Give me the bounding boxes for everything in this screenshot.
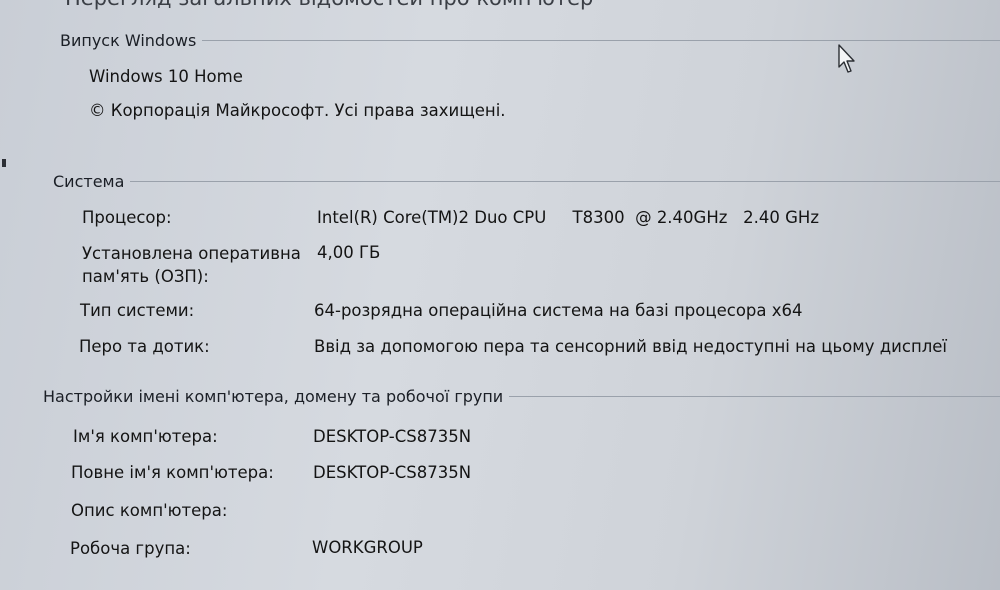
system-heading-row: Система <box>53 172 1000 191</box>
system-type-label: Тип системи: <box>80 301 195 320</box>
computer-name-label: Ім'я комп'ютера: <box>73 427 218 446</box>
divider <box>130 181 1000 182</box>
pen-touch-value: Ввід за допомогою пера та сенсорний ввід… <box>314 337 948 356</box>
computer-name-value: DESKTOP-CS8735N <box>313 427 472 446</box>
system-heading: Система <box>53 172 125 191</box>
processor-value: Intel(R) Core(TM)2 Duo CPU T8300 @ 2.40G… <box>317 208 819 227</box>
computer-name-heading-row: Настройки імені комп'ютера, домену та ро… <box>43 387 1000 406</box>
system-type-value: 64-розрядна операційна система на базі п… <box>314 301 803 320</box>
computer-description-label: Опис комп'ютера: <box>71 501 228 520</box>
workgroup-label: Робоча група: <box>70 539 191 558</box>
computer-name-heading: Настройки імені комп'ютера, домену та ро… <box>43 387 504 406</box>
mouse-cursor-icon <box>838 44 855 73</box>
divider <box>509 396 1000 397</box>
windows-edition-name: Windows 10 Home <box>89 67 243 86</box>
windows-edition-heading-row: Випуск Windows <box>60 31 1000 50</box>
edge-mark <box>2 159 6 167</box>
workgroup-value: WORKGROUP <box>312 538 423 557</box>
page-title: Перегляд загальних відомостей про комп'ю… <box>65 0 593 10</box>
ram-label: Установлена оперативна пам'ять (ОЗП): <box>82 244 301 286</box>
processor-label: Процесор: <box>82 208 172 227</box>
full-computer-name-label: Повне ім'я комп'ютера: <box>71 463 274 482</box>
windows-edition-heading: Випуск Windows <box>60 31 197 50</box>
ram-value: 4,00 ГБ <box>317 243 381 262</box>
copyright-text: © Корпорація Майкрософт. Усі права захищ… <box>89 101 506 120</box>
full-computer-name-value: DESKTOP-CS8735N <box>313 463 472 482</box>
pen-touch-label: Перо та дотик: <box>79 337 210 356</box>
divider <box>202 40 1000 41</box>
